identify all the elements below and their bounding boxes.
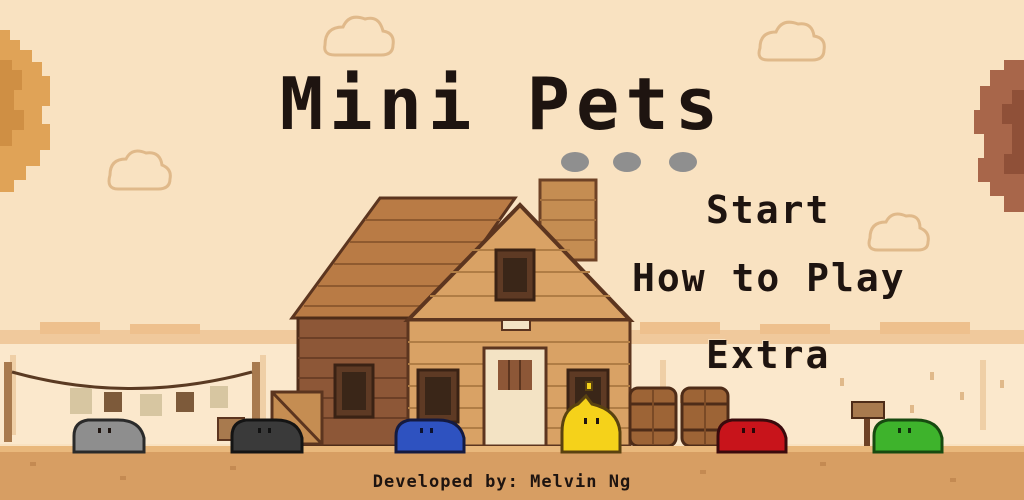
developer-credit: Developed by: Melvin Ng [372, 472, 632, 492]
barrel-icon [628, 386, 678, 448]
how-to-play-button[interactable]: How to Play [632, 256, 906, 300]
slime-icon [72, 418, 146, 454]
title-screen: Mini Pets Start How to Play Extra Develo… [0, 0, 1024, 500]
start-button[interactable]: Start [706, 188, 830, 232]
slime-icon [716, 418, 788, 454]
cloud-icon [867, 212, 930, 252]
house-icon [217, 178, 635, 448]
slime-icon [872, 418, 944, 454]
slime-icon [394, 418, 466, 454]
cloud-icon [107, 149, 172, 191]
slime-icon [230, 418, 304, 454]
game-title: Mini Pets [279, 62, 725, 146]
cloud-icon [757, 20, 826, 62]
cloud-icon [323, 15, 395, 57]
extra-button[interactable]: Extra [706, 333, 830, 377]
